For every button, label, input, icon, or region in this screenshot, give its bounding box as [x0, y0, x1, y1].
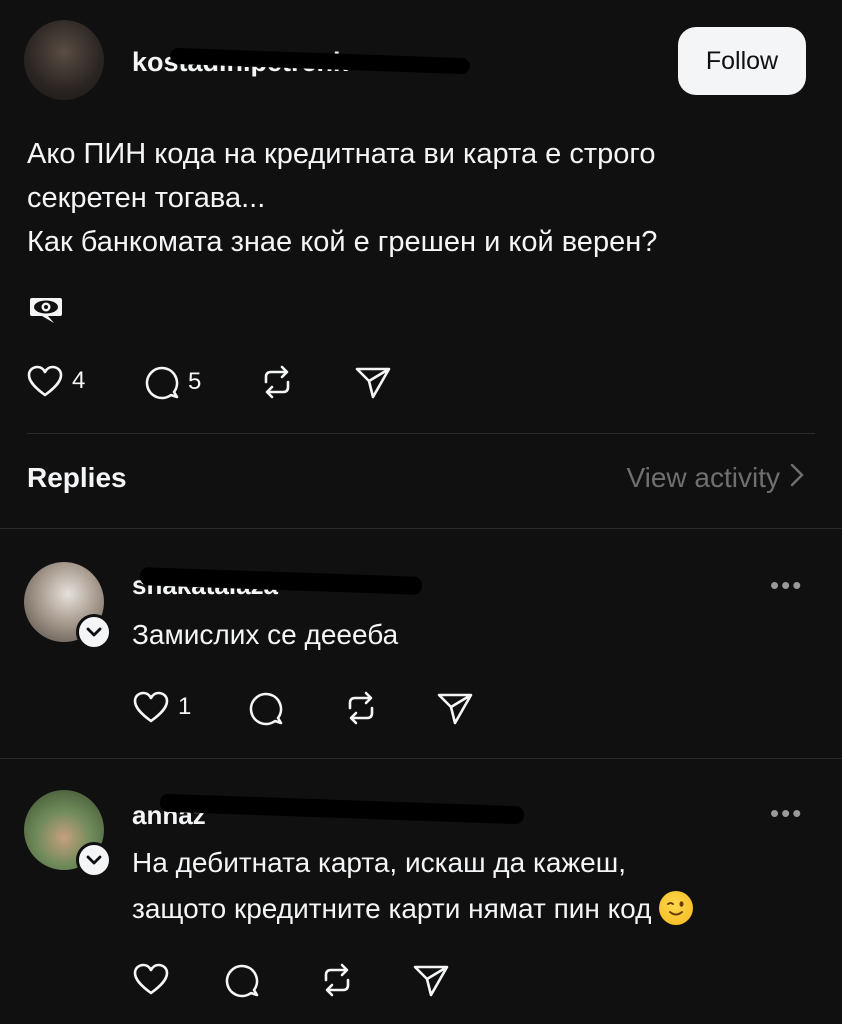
post-text-line: Ако ПИН кода на кредитната ви карта е ст…: [27, 138, 656, 170]
heart-icon[interactable]: [26, 364, 64, 398]
comment-action[interactable]: 5: [144, 364, 201, 400]
post-text-line: Как банкомата знае кой е грешен и кой ве…: [27, 226, 658, 258]
like-count: 1: [178, 693, 192, 720]
more-options-icon[interactable]: •••: [770, 798, 803, 829]
view-activity-label[interactable]: View activity: [626, 462, 780, 494]
view-activity-link[interactable]: View activity: [626, 462, 804, 494]
reply-text: На дебитната карта, искаш да кажеш, защо…: [132, 840, 694, 932]
heart-icon[interactable]: [132, 690, 170, 724]
follow-button[interactable]: Follow: [678, 27, 806, 95]
comment-icon[interactable]: [144, 364, 180, 400]
reply-text: Замислих се деееба: [132, 619, 399, 650]
like-action[interactable]: 1: [132, 690, 191, 724]
reply-text-line: На дебитната карта, искаш да кажеш,: [132, 847, 626, 878]
more-options-icon[interactable]: •••: [770, 570, 803, 601]
like-action[interactable]: 4: [26, 364, 85, 398]
like-count: 4: [72, 367, 86, 394]
reply-text-line: защото кредитните карти нямат пин код: [132, 886, 694, 932]
repost-icon[interactable]: [342, 690, 380, 731]
post-text-line: секретен тогава...: [27, 182, 266, 214]
reply-text-line-content: защото кредитните карти нямат пин код: [132, 893, 652, 924]
share-icon[interactable]: [354, 364, 392, 405]
chevron-right-icon: [790, 462, 804, 494]
comment-icon[interactable]: [224, 962, 260, 1003]
repost-icon[interactable]: [318, 962, 356, 1003]
username-redaction: [159, 793, 525, 825]
author-avatar[interactable]: [24, 20, 104, 100]
comment-count: 5: [188, 368, 202, 395]
divider: [0, 758, 842, 759]
repost-icon[interactable]: [258, 364, 296, 405]
share-icon[interactable]: [436, 690, 474, 731]
follow-badge-icon[interactable]: [76, 842, 112, 878]
winking-face-icon: [659, 890, 694, 925]
share-icon[interactable]: [412, 962, 450, 1003]
comment-icon[interactable]: [248, 690, 284, 731]
follow-badge-icon[interactable]: [76, 614, 112, 650]
divider: [27, 433, 815, 434]
heart-icon[interactable]: [132, 962, 170, 1001]
replies-title: Replies: [27, 462, 127, 493]
divider: [0, 528, 842, 529]
eye-speech-bubble-icon: [28, 294, 64, 329]
post-text: Ако ПИН кода на кредитната ви карта е ст…: [27, 132, 807, 264]
